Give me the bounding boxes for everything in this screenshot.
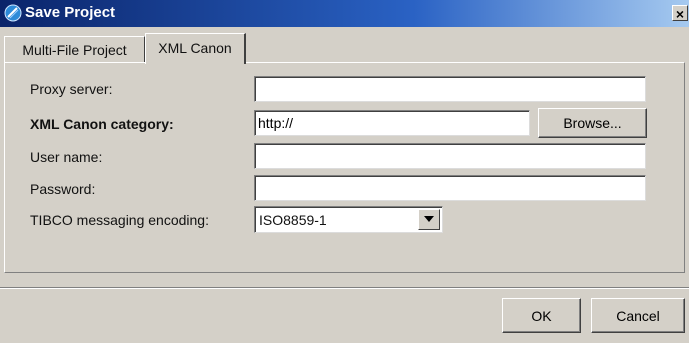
title-bar: Save Project × xyxy=(0,0,689,27)
tab-multi-file-project[interactable]: Multi-File Project xyxy=(4,36,145,62)
password-label: Password: xyxy=(30,181,96,197)
proxy-server-input[interactable] xyxy=(254,76,646,102)
close-icon: × xyxy=(675,6,685,22)
encoding-select[interactable]: ISO8859-1 xyxy=(254,206,443,233)
encoding-dropdown-button[interactable] xyxy=(418,209,440,230)
user-name-label: User name: xyxy=(30,149,103,165)
window-title: Save Project xyxy=(25,4,116,21)
encoding-selected-value: ISO8859-1 xyxy=(259,212,327,228)
xml-canon-category-input[interactable] xyxy=(254,110,530,136)
tab-bar: Multi-File Project XML Canon xyxy=(0,27,689,64)
save-project-dialog: Save Project × Multi-File Project XML Ca… xyxy=(0,0,689,343)
encoding-label: TIBCO messaging encoding: xyxy=(30,212,209,228)
browse-button[interactable]: Browse... xyxy=(538,108,647,138)
xml-canon-category-label: XML Canon category: xyxy=(30,116,174,132)
ok-button[interactable]: OK xyxy=(502,298,581,333)
cancel-button[interactable]: Cancel xyxy=(591,298,685,333)
password-input[interactable] xyxy=(254,175,646,201)
footer-separator xyxy=(0,287,689,289)
chevron-down-icon xyxy=(424,216,434,222)
app-globe-icon xyxy=(4,4,22,22)
tab-xml-canon[interactable]: XML Canon xyxy=(145,33,246,64)
proxy-server-label: Proxy server: xyxy=(30,81,113,97)
user-name-input[interactable] xyxy=(254,143,646,169)
close-button[interactable]: × xyxy=(672,5,688,22)
